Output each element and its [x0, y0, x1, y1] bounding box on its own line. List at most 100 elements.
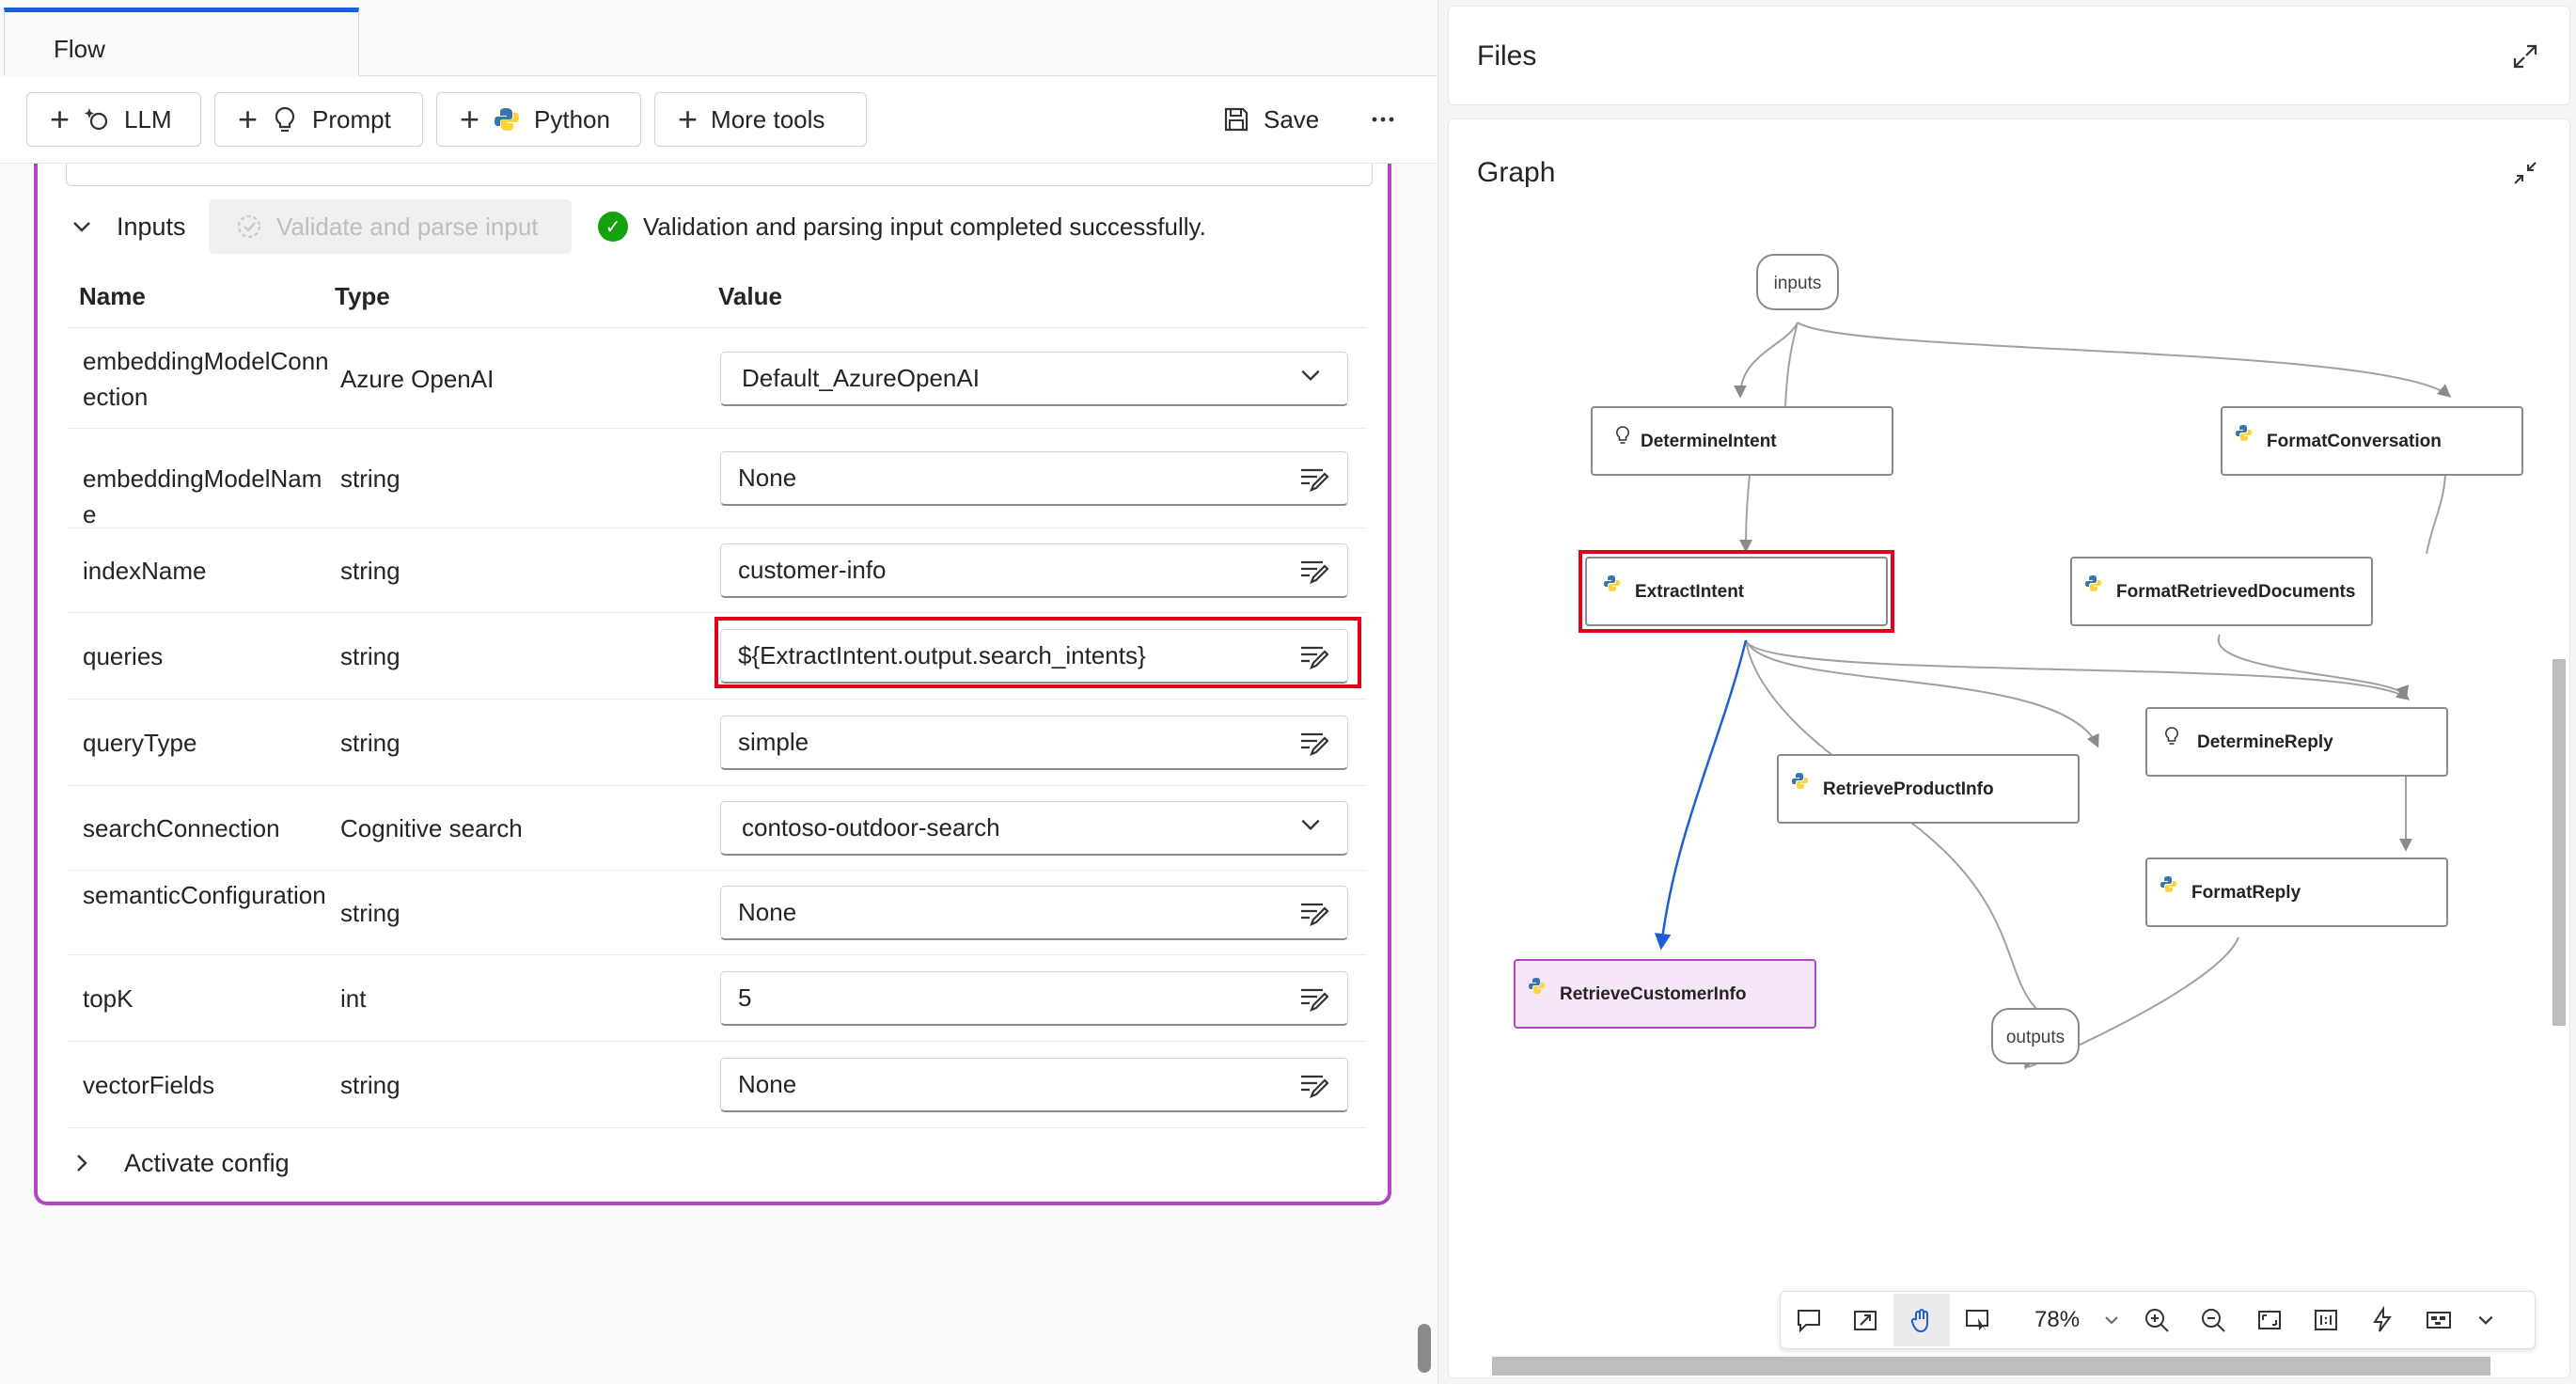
input-type: string	[340, 464, 401, 493]
comment-icon	[1798, 1310, 1820, 1333]
input-row-vectorFields: vectorFields string None	[68, 1042, 1367, 1128]
auto-layout-button[interactable]	[2354, 1294, 2411, 1346]
activate-config-toggle[interactable]: Activate config	[68, 1140, 290, 1187]
input-value: None	[738, 898, 797, 926]
input-value-field[interactable]: None	[720, 886, 1348, 940]
graph-node-extractintent[interactable]: ExtractIntent	[1579, 550, 1894, 633]
llm-sparkle-icon	[83, 105, 111, 134]
zoom-dropdown[interactable]	[2095, 1294, 2128, 1346]
graph-node-inputs-label: inputs	[1774, 274, 1822, 293]
files-panel: Files	[1448, 6, 2570, 105]
input-value-field[interactable]: simple	[720, 716, 1348, 770]
input-value-dropdown[interactable]: Default_AzureOpenAI	[720, 352, 1348, 406]
input-type: int	[340, 984, 367, 1013]
input-value-field[interactable]: 5	[720, 971, 1348, 1026]
graph-node-retrievecustomerinfo[interactable]: RetrieveCustomerInfo	[1514, 959, 1816, 1029]
flow-toolbar: + LLM + Prompt + Python + More tools Sav…	[0, 77, 1437, 164]
edit-text-icon[interactable]	[1298, 640, 1330, 672]
add-python-button[interactable]: + Python	[436, 92, 641, 147]
zoom-out-icon	[2202, 1309, 2225, 1332]
inputs-section-toggle[interactable]: Inputs	[68, 199, 186, 254]
column-header-value: Value	[718, 282, 782, 310]
pan-tool-button[interactable]	[1893, 1294, 1950, 1346]
flow-pane: Flow + LLM + Prompt + Python + More tool…	[0, 0, 1438, 1384]
ellipsis-icon	[1369, 105, 1397, 134]
chevron-down-icon	[68, 212, 96, 241]
graph-node-outputs[interactable]: outputs	[1991, 1008, 2080, 1064]
input-value-field[interactable]: ${ExtractIntent.output.search_intents}	[720, 629, 1348, 684]
inputs-title: Inputs	[117, 212, 186, 241]
minimap-icon	[2427, 1312, 2451, 1329]
graph-vertical-scrollbar[interactable]	[2552, 659, 2566, 1026]
add-prompt-button[interactable]: + Prompt	[214, 92, 423, 147]
chevron-down-icon[interactable]	[1298, 363, 1330, 395]
chevron-down-icon	[2478, 1315, 2493, 1325]
edit-text-icon[interactable]	[1298, 983, 1330, 1014]
graph-horizontal-scrollbar[interactable]	[1492, 1357, 2490, 1376]
input-row-queryType: queryType string simple	[68, 700, 1367, 786]
actual-size-icon	[2315, 1310, 2337, 1330]
zoom-in-button[interactable]	[2128, 1294, 2185, 1346]
fit-selection-button[interactable]	[1837, 1294, 1893, 1346]
input-value-field[interactable]: None	[720, 1058, 1348, 1112]
edge-extractintent-retrievecustomerinfo	[1654, 639, 1748, 951]
validate-parse-input-button[interactable]: Validate and parse input	[209, 199, 572, 254]
graph-toolbar: 78%	[1780, 1291, 2536, 1349]
input-value-dropdown[interactable]: contoso-outdoor-search	[720, 801, 1348, 856]
graph-node-formatreply[interactable]: FormatReply	[2145, 857, 2448, 927]
python-icon	[493, 105, 521, 134]
input-value: None	[738, 1070, 797, 1098]
input-type: string	[340, 642, 401, 670]
input-value-field[interactable]: customer-info	[720, 543, 1348, 598]
more-options-button[interactable]	[1369, 92, 1397, 147]
graph-node-retrievecustomerinfo-label: RetrieveCustomerInfo	[1560, 984, 1747, 1004]
tab-flow-label: Flow	[54, 35, 105, 63]
graph-node-extractintent-label: ExtractIntent	[1635, 582, 1745, 602]
minimap-button[interactable]	[2411, 1294, 2467, 1346]
lightbulb-icon	[271, 105, 299, 134]
actual-size-button[interactable]	[2298, 1294, 2354, 1346]
previous-field	[66, 164, 1373, 186]
tab-flow[interactable]: Flow	[4, 8, 359, 75]
input-name: semanticConfiguration	[83, 881, 326, 909]
graph-node-formatretrieveddocuments[interactable]: FormatRetrievedDocuments	[2070, 557, 2373, 626]
input-value: 5	[738, 983, 752, 1012]
lightning-icon	[2373, 1306, 2392, 1332]
graph-node-determineintent[interactable]: DetermineIntent	[1591, 406, 1893, 476]
input-value-field[interactable]: None	[720, 451, 1348, 506]
graph-node-formatconversation[interactable]: FormatConversation	[2221, 406, 2523, 476]
edit-text-icon[interactable]	[1298, 463, 1330, 495]
chevron-down-icon[interactable]	[1298, 812, 1330, 844]
input-row-embeddingModelConnection: embeddingModelConnection Azure OpenAI Defa…	[68, 329, 1367, 429]
files-title: Files	[1477, 40, 1537, 71]
comment-button[interactable]	[1781, 1294, 1837, 1346]
add-prompt-label: Prompt	[312, 104, 391, 134]
tab-divider	[359, 75, 1437, 76]
save-button[interactable]: Save	[1222, 92, 1319, 147]
flow-scrollbar[interactable]	[1418, 1324, 1431, 1373]
fit-to-screen-button[interactable]	[2241, 1294, 2298, 1346]
more-graph-options[interactable]	[2467, 1294, 2505, 1346]
plus-icon: +	[460, 100, 480, 138]
zoom-out-button[interactable]	[2185, 1294, 2241, 1346]
edit-text-icon[interactable]	[1298, 555, 1330, 587]
input-name: embeddingModelConnection	[83, 347, 329, 411]
edit-text-icon[interactable]	[1298, 897, 1330, 929]
plus-icon: +	[50, 100, 71, 138]
edge-formatconversation-formatretrieved	[2426, 474, 2446, 555]
input-name: queries	[83, 642, 164, 670]
edit-text-icon[interactable]	[1298, 727, 1330, 759]
input-value: contoso-outdoor-search	[742, 813, 1000, 841]
input-row-searchConnection: searchConnection Cognitive search contoso-…	[68, 786, 1367, 871]
graph-node-inputs[interactable]: inputs	[1756, 254, 1839, 310]
expand-icon[interactable]	[2511, 42, 2539, 71]
input-value: simple	[738, 728, 809, 756]
edit-text-icon[interactable]	[1298, 1069, 1330, 1101]
select-tool-button[interactable]	[1950, 1294, 2006, 1346]
validate-icon	[235, 212, 263, 241]
more-tools-button[interactable]: + More tools	[654, 92, 867, 147]
graph-node-determinereply[interactable]: DetermineReply	[2145, 707, 2448, 777]
add-llm-button[interactable]: + LLM	[26, 92, 201, 147]
header-divider	[68, 327, 1367, 328]
graph-node-retrieveproductinfo[interactable]: RetrieveProductInfo	[1777, 754, 2080, 824]
